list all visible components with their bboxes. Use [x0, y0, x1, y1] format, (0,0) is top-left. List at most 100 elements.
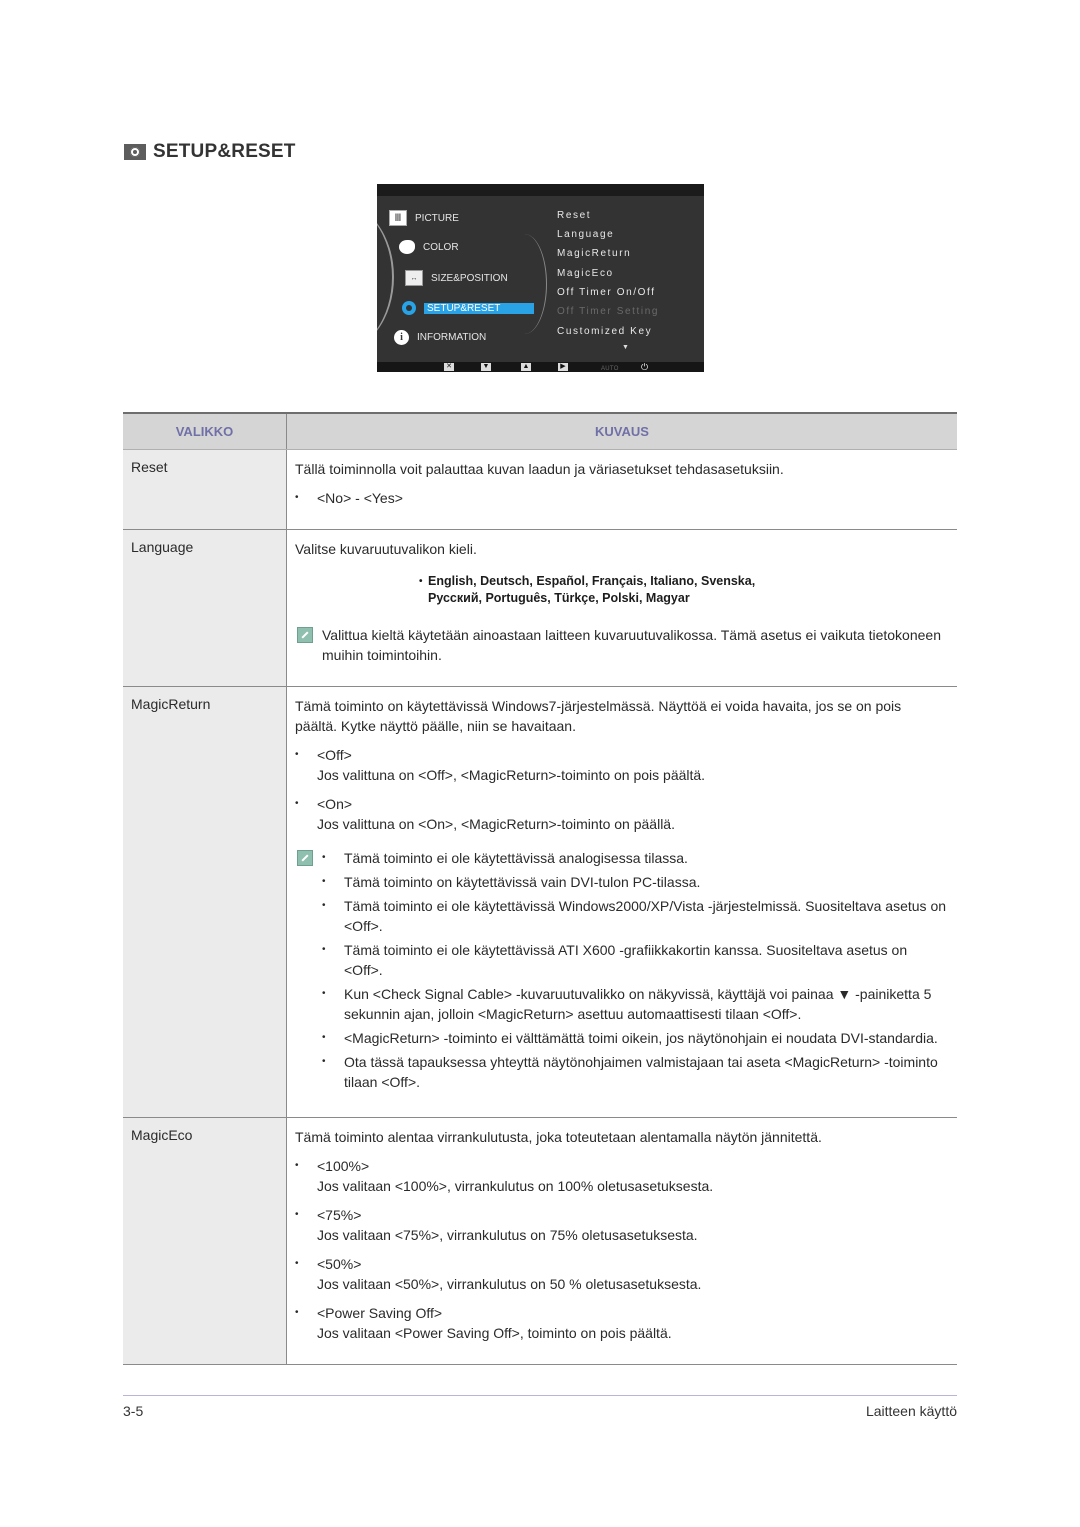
note-list: • Tämä toiminto ei ole käytettävissä anal… — [322, 848, 947, 1096]
option-item: • <On> Jos valittuna on <On>, <MagicRetu… — [295, 794, 947, 834]
osd-menu-item-color: COLOR — [399, 240, 459, 254]
option-label: <100%> — [317, 1158, 370, 1174]
description-text: Tämä toiminto on käytettävissä Windows7-… — [295, 698, 902, 734]
bullet-icon: • — [295, 1209, 299, 1220]
osd-menu-label: INFORMATION — [417, 332, 487, 343]
osd-menu-screenshot: Ⅲ PICTURE COLOR ↔ SIZE&POSITION SETUP&RE… — [377, 184, 704, 372]
option-item: • <Power Saving Off> Jos valitaan <Power … — [295, 1303, 947, 1343]
language-list-line: Русский, Português, Türkçe, Polski, Magy… — [428, 591, 690, 605]
option-text: Jos valittuna on <Off>, <MagicReturn>-to… — [317, 767, 706, 783]
exit-button-icon: ✕ — [444, 363, 454, 371]
info-icon: i — [394, 330, 409, 345]
menu-name: Reset — [123, 450, 287, 529]
bullet-icon: • — [322, 944, 326, 955]
column-header-menu: VALIKKO — [123, 414, 287, 449]
menu-name: Language — [123, 530, 287, 686]
osd-menu-item-picture: Ⅲ PICTURE — [389, 210, 459, 226]
description-text: Tällä toiminnolla voit palauttaa kuvan l… — [295, 461, 784, 477]
bullet-icon: • — [295, 492, 299, 503]
option-item: • <Off> Jos valittuna on <Off>, <MagicRe… — [295, 745, 947, 785]
footer-divider — [123, 1395, 957, 1396]
bullet-icon: • — [322, 852, 326, 863]
palette-icon — [399, 240, 415, 254]
osd-menu-label-selected: SETUP&RESET — [424, 302, 534, 314]
note-text: Kun <Check Signal Cable> -kuvaruutuvalik… — [344, 986, 932, 1022]
note-item: • Tämä toiminto on käytettävissä vain DVI… — [322, 872, 947, 892]
table-header: VALIKKO KUVAUS — [123, 414, 957, 450]
note: • Tämä toiminto ei ole käytettävissä anal… — [295, 848, 947, 1096]
note-item: • <MagicReturn> -toiminto ei välttämättä … — [322, 1028, 947, 1048]
section-heading: SETUP&RESET — [124, 141, 296, 163]
bullet-icon: • — [322, 900, 326, 911]
auto-button-label: AUTO — [601, 366, 619, 372]
bullet-icon: • — [322, 1032, 326, 1043]
section-title: SETUP&RESET — [153, 141, 296, 162]
osd-submenu-item: Language — [557, 229, 615, 240]
option-item: • <No> - <Yes> — [295, 488, 947, 508]
bullet-icon: • — [295, 1258, 299, 1269]
menu-description: Tämä toiminto on käytettävissä Windows7-… — [287, 687, 957, 1117]
option-label: <Off> — [317, 747, 352, 763]
option-text: Jos valitaan <50%>, virrankulutus on 50 … — [317, 1276, 702, 1292]
note-text: Tämä toiminto ei ole käytettävissä ATI X… — [344, 942, 908, 978]
note-item: • Tämä toiminto ei ole käytettävissä Wind… — [322, 896, 947, 936]
option-label: <On> — [317, 796, 353, 812]
option-label: <Power Saving Off> — [317, 1305, 443, 1321]
option-text: Jos valitaan <75%>, virrankulutus on 75%… — [317, 1227, 698, 1243]
menu-description: Valitse kuvaruutuvalikon kieli. • Englis… — [287, 530, 957, 686]
note-text: Valittua kieltä käytetään ainoastaan lai… — [322, 627, 941, 663]
table-row-magicreturn: MagicReturn Tämä toiminto on käytettävis… — [123, 687, 957, 1118]
osd-submenu-item: Customized Key — [557, 326, 653, 337]
bullet-icon: • — [295, 1160, 299, 1171]
option-text: Jos valitaan <100%>, virrankulutus on 10… — [317, 1178, 714, 1194]
table-row-magiceco: MagicEco Tämä toiminto alentaa virrankul… — [123, 1118, 957, 1364]
option-text: Jos valitaan <Power Saving Off>, toimint… — [317, 1325, 672, 1341]
note-item: • Ota tässä tapauksessa yhteyttä näytönoh… — [322, 1052, 947, 1092]
osd-right-arc — [502, 234, 547, 334]
osd-menu-item-setup-reset: SETUP&RESET — [402, 301, 534, 315]
option-item: • <100%> Jos valitaan <100%>, virrankulut… — [295, 1156, 947, 1196]
osd-submenu-item: Reset — [557, 210, 592, 221]
note-item: • Tämä toiminto ei ole käytettävissä anal… — [322, 848, 947, 868]
menu-name: MagicReturn — [123, 687, 287, 1117]
down-button-icon: ▼ — [481, 363, 491, 371]
menu-description: Tällä toiminnolla voit palauttaa kuvan l… — [287, 450, 957, 529]
power-icon: ⏻ — [641, 362, 649, 372]
bullet-icon: • — [322, 876, 326, 887]
note-text: Tämä toiminto ei ole käytettävissä Windo… — [344, 898, 947, 934]
settings-table: VALIKKO KUVAUS Reset Tällä toiminnolla v… — [123, 412, 957, 1365]
note-item: • Kun <Check Signal Cable> -kuvaruutuvali… — [322, 984, 947, 1024]
note-icon — [297, 627, 313, 643]
option-label: <50%> — [317, 1256, 362, 1272]
note: Valittua kieltä käytetään ainoastaan lai… — [295, 625, 947, 665]
description-text: Tämä toiminto alentaa virrankulutusta, j… — [295, 1129, 822, 1145]
bullet-icon: • — [322, 988, 326, 999]
note-text: Ota tässä tapauksessa yhteyttä näytönohj… — [344, 1054, 938, 1090]
description-text: Valitse kuvaruutuvalikon kieli. — [295, 541, 477, 557]
osd-menu-label: SIZE&POSITION — [431, 272, 508, 284]
gear-icon — [402, 301, 416, 315]
option-text: Jos valittuna on <On>, <MagicReturn>-toi… — [317, 816, 675, 832]
size-position-icon: ↔ — [405, 270, 423, 286]
picture-icon: Ⅲ — [389, 210, 407, 226]
note-text: Tämä toiminto on käytettävissä vain DVI-… — [344, 874, 701, 890]
osd-submenu-item: Off Timer On/Off — [557, 287, 656, 298]
option-label: <75%> — [317, 1207, 362, 1223]
bullet-icon: • — [322, 1056, 326, 1067]
note-text: <MagicReturn> -toiminto ei välttämättä t… — [344, 1030, 938, 1046]
bullet-icon: • — [419, 576, 423, 587]
osd-submenu-item: MagicReturn — [557, 248, 632, 259]
setup-gear-icon — [124, 144, 146, 160]
option-item: • <50%> Jos valitaan <50%>, virrankulutus… — [295, 1254, 947, 1294]
column-header-description: KUVAUS — [595, 424, 649, 439]
osd-menu-item-size-position: ↔ SIZE&POSITION — [405, 270, 508, 286]
option-item: • <75%> Jos valitaan <75%>, virrankulutus… — [295, 1205, 947, 1245]
enter-button-icon: ▶ — [558, 363, 568, 371]
osd-button-bar — [377, 362, 704, 372]
bullet-icon: • — [295, 798, 299, 809]
language-list-line: English, Deutsch, Español, Français, Ita… — [428, 574, 756, 588]
osd-menu-label: PICTURE — [415, 212, 459, 224]
page-number: 3-5 — [123, 1403, 144, 1419]
note-text: Tämä toiminto ei ole käytettävissä analo… — [344, 850, 688, 866]
language-list: • English, Deutsch, Español, Français, I… — [419, 573, 947, 607]
